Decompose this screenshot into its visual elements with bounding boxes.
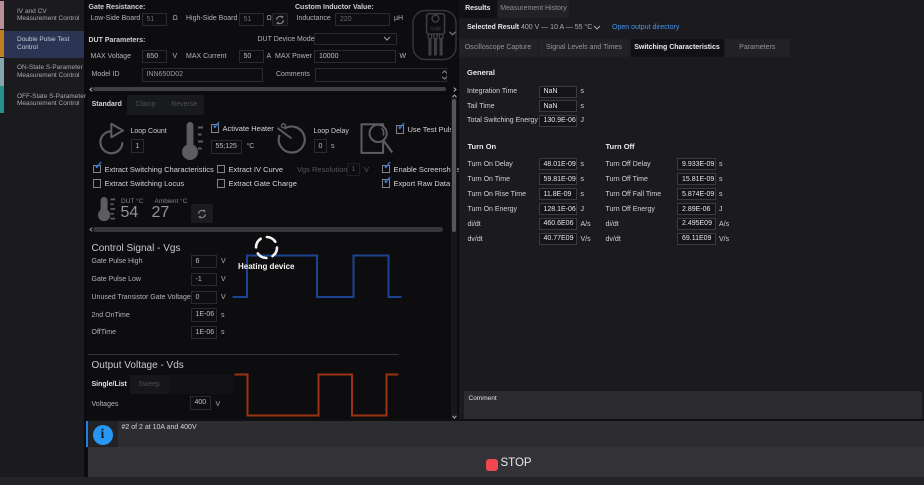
svg-text:GaN: GaN	[430, 26, 441, 32]
